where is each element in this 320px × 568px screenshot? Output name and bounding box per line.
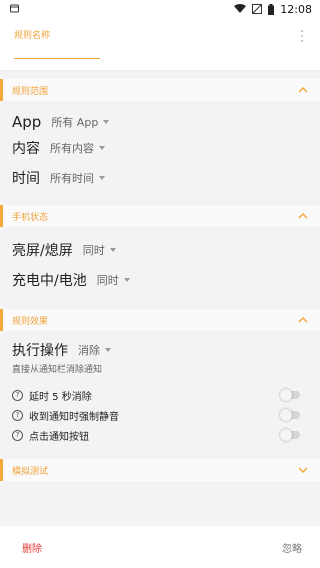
battery-icon [268, 3, 275, 15]
effect-action-dropdown[interactable]: 消除 [78, 342, 111, 358]
dropdown-arrow-icon [109, 248, 116, 252]
delete-button[interactable]: 删除 [22, 540, 42, 555]
signal-icon [252, 4, 263, 14]
section-effect-header[interactable]: 规则效果 [0, 309, 320, 331]
ignore-button[interactable]: 忽略 [282, 540, 302, 555]
phone-charging-row: 充电中/电池 同时 [0, 267, 320, 293]
section-phone-state-header[interactable]: 手机状态 [0, 205, 320, 227]
phone-charging-value: 同时 [96, 274, 119, 287]
scope-app-dropdown[interactable]: 所有 App [51, 114, 110, 130]
scope-time-value: 所有时间 [50, 172, 94, 185]
option-click-button[interactable]: ? 点击通知按钮 [0, 425, 320, 445]
dropdown-arrow-icon [99, 176, 105, 180]
help-icon[interactable]: ? [12, 409, 23, 421]
scope-time-dropdown[interactable]: 所有时间 [50, 170, 105, 186]
option-delay-dismiss[interactable]: ? 延时 5 秒消除 [0, 385, 320, 405]
scope-content-label: 内容 [12, 141, 40, 157]
dropdown-arrow-icon [105, 348, 111, 352]
rule-name-area[interactable]: 规则名称 [0, 18, 320, 71]
option-click-label: 点击通知按钮 [29, 431, 89, 443]
rule-name-input[interactable] [14, 58, 100, 59]
phone-screen-dropdown[interactable]: 同时 [83, 242, 116, 258]
option-delay-label: 延时 5 秒消除 [29, 391, 92, 403]
rule-name-label: 规则名称 [14, 31, 51, 41]
help-icon[interactable]: ? [12, 429, 23, 441]
phone-charging-dropdown[interactable]: 同时 [97, 272, 130, 288]
delay-dismiss-toggle[interactable] [280, 389, 300, 401]
section-test-header[interactable]: 模拟测试 [0, 459, 320, 481]
effect-action-description: 直接从通知栏消除通知 [12, 365, 103, 375]
phone-screen-value: 同时 [82, 244, 105, 257]
scope-time-row: 时间 所有时间 [0, 165, 320, 191]
effect-action-label: 执行操作 [12, 343, 68, 359]
dropdown-arrow-icon [123, 278, 130, 282]
section-scope-header[interactable]: 规则范围 [0, 79, 320, 101]
status-time: 12:08 [280, 2, 312, 16]
help-icon[interactable]: ? [12, 389, 23, 401]
section-phone-state-title: 手机状态 [12, 212, 49, 223]
dropdown-arrow-icon [103, 120, 110, 124]
click-button-toggle[interactable] [280, 429, 300, 441]
scope-content-dropdown[interactable]: 所有内容 [50, 140, 105, 156]
chevron-up-icon [298, 212, 308, 219]
chevron-down-icon [298, 467, 308, 474]
dropdown-arrow-icon [99, 146, 105, 150]
force-mute-toggle[interactable] [280, 409, 300, 421]
scope-content-value: 所有内容 [50, 142, 94, 155]
effect-action-value: 消除 [78, 344, 100, 357]
section-effect-title: 规则效果 [12, 316, 49, 327]
section-test-title: 模拟测试 [12, 466, 49, 477]
section-scope-title: 规则范围 [12, 86, 49, 97]
status-bar: 12:08 [0, 0, 320, 18]
phone-screen-row: 亮屏/熄屏 同时 [0, 237, 320, 263]
scope-content-row: 内容 所有内容 [0, 135, 320, 161]
scope-app-label: App [12, 113, 42, 131]
scope-time-label: 时间 [12, 171, 40, 187]
chevron-up-icon [298, 86, 308, 93]
wifi-icon [234, 4, 247, 14]
phone-screen-label: 亮屏/熄屏 [12, 243, 73, 259]
effect-action-row: 执行操作 消除 [0, 337, 320, 363]
notification-icon [10, 3, 19, 16]
chevron-up-icon [298, 316, 308, 323]
bottom-action-bar: 删除 忽略 [0, 526, 320, 568]
option-force-mute[interactable]: ? 收到通知时强制静音 [0, 405, 320, 425]
option-mute-label: 收到通知时强制静音 [29, 411, 119, 423]
scope-app-value: 所有 App [51, 116, 99, 129]
more-options-icon[interactable] [300, 30, 304, 44]
scope-app-row: App 所有 App [0, 109, 320, 135]
phone-charging-label: 充电中/电池 [12, 273, 87, 289]
